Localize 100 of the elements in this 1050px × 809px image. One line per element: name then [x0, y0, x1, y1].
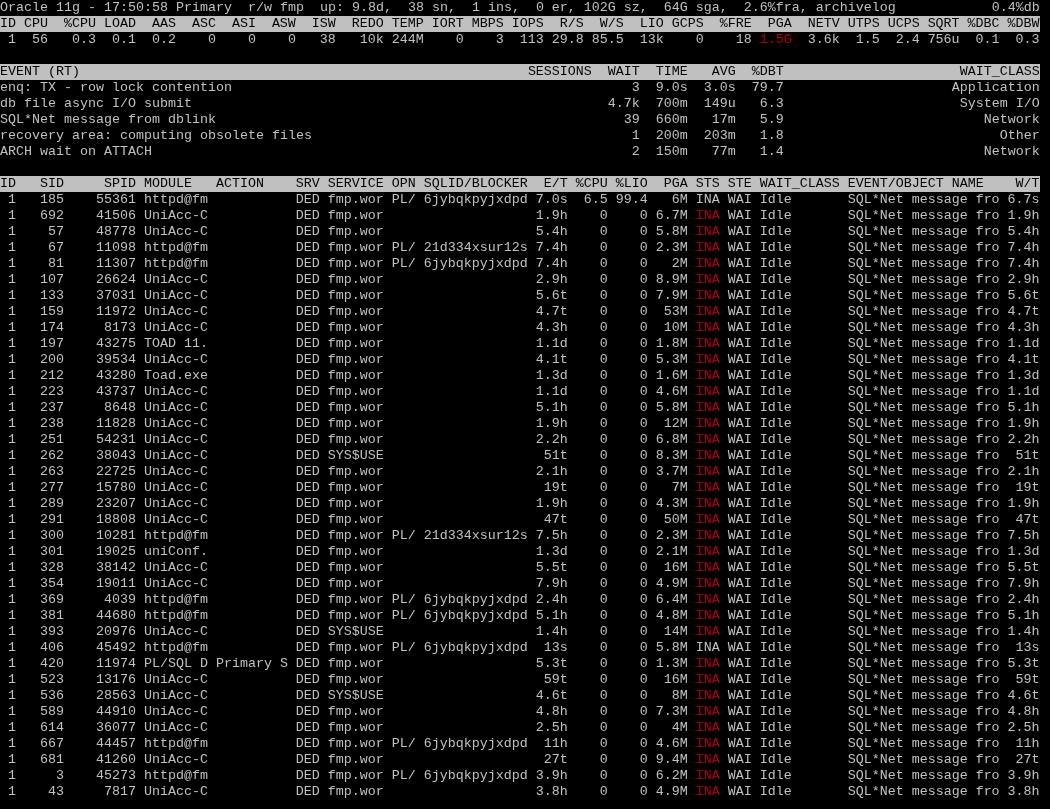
table-cell-text: 0	[598, 416, 608, 432]
table-cell-text: fmp.wor	[326, 400, 384, 416]
table-cell-text: PL/SQL D	[142, 656, 208, 672]
table-cell-text: 0	[598, 672, 608, 688]
table-cell-text: DED	[294, 304, 320, 320]
table-cell-text: Idle	[758, 432, 793, 448]
table-cell-text: httpd@fm	[142, 192, 208, 208]
table-cell-text: fmp.wor	[326, 464, 384, 480]
table-cell-text: fmp.wor	[326, 256, 384, 272]
table-cell-text: 1	[7, 480, 16, 496]
table-cell-text: WAI	[726, 320, 752, 336]
table-cell-text: WAI	[726, 656, 752, 672]
table-cell-text: 0	[598, 256, 608, 272]
table-cell-text: 8.3M	[654, 448, 688, 464]
table-cell-text: DED	[294, 272, 320, 288]
column-header: %CPU	[574, 176, 608, 192]
table-cell-text: 26624	[94, 272, 136, 288]
table-cell-text: DED	[294, 336, 320, 352]
table-cell-text: DED	[294, 400, 320, 416]
table-cell-text: Idle	[758, 560, 793, 576]
column-header: ASW	[270, 16, 296, 32]
table-cell-text: 107	[38, 272, 64, 288]
table-cell-text: 197	[38, 336, 64, 352]
table-cell-text: 2.4h	[1006, 592, 1040, 608]
table-cell-text: 1	[7, 336, 16, 352]
table-cell-text: 0	[598, 752, 608, 768]
table-cell-text: 1	[7, 464, 16, 480]
table-cell-text: SYS$USE	[326, 448, 384, 464]
table-cell-text: fmp.wor	[326, 704, 384, 720]
table-cell-text: 1	[7, 672, 16, 688]
table-cell-text: 0	[206, 32, 216, 48]
table-cell-text: 0	[638, 640, 648, 656]
table-cell-text: 38043	[94, 448, 136, 464]
table-cell-text: WAI	[726, 752, 752, 768]
table-cell-text: 1.9h	[534, 416, 568, 432]
table-cell-text: fmp.wor	[326, 608, 384, 624]
table-cell-text: 0.2	[150, 32, 176, 48]
table-cell-text: WAI	[726, 464, 752, 480]
table-cell-text: 536	[38, 688, 64, 704]
table-cell-text: SQL*Net message fro	[846, 640, 1000, 656]
table-cell-text: 0	[598, 448, 608, 464]
table-cell-text: 1	[7, 576, 16, 592]
table-cell-text: 8648	[102, 400, 136, 416]
table-cell-text: PL/	[390, 528, 416, 544]
table-cell-text: 1	[7, 432, 16, 448]
table-cell-text: 0	[598, 736, 608, 752]
table-cell-text: fmp.wor	[326, 272, 384, 288]
table-cell-text: SQL*Net message fro	[846, 432, 1000, 448]
table-cell-text: Idle	[758, 624, 793, 640]
table-cell-text: 13s	[542, 640, 568, 656]
column-header: ID	[0, 16, 16, 32]
status-cell-text: INA	[694, 224, 720, 240]
table-cell-text: Idle	[758, 368, 793, 384]
table-cell-text: 4.6t	[1006, 688, 1040, 704]
table-cell-text: 44680	[94, 608, 136, 624]
table-cell-text: SYS$USE	[326, 688, 384, 704]
table-cell-text: WAI	[726, 512, 752, 528]
status-cell-text: INA	[694, 496, 720, 512]
table-cell-text: fmp.wor	[326, 384, 384, 400]
status-cell-text: INA	[694, 288, 720, 304]
table-cell-text: 237	[38, 400, 64, 416]
table-cell-text: 8.9M	[654, 272, 688, 288]
table-cell-text: 16M	[662, 672, 688, 688]
status-cell-text: INA	[694, 528, 720, 544]
table-cell-text: SQL*Net message fro	[846, 720, 1000, 736]
table-cell-text: Idle	[758, 384, 793, 400]
table-cell-text: 0	[598, 688, 608, 704]
table-cell-text: 1	[7, 704, 16, 720]
table-cell-text: DED	[294, 784, 320, 800]
table-cell-text: uniConf.	[142, 544, 208, 560]
table-cell-text: UniAcc-C	[142, 432, 208, 448]
table-cell-text: 0	[638, 368, 648, 384]
table-cell-text: WAI	[726, 256, 752, 272]
table-cell-text: 756u	[926, 32, 960, 48]
table-cell-text: WAI	[726, 688, 752, 704]
table-cell-text: UniAcc-C	[142, 464, 208, 480]
table-cell-text: WAI	[726, 704, 752, 720]
table-cell-text: httpd@fm	[142, 768, 208, 784]
status-cell-text: INA	[694, 336, 720, 352]
table-cell-text: 0	[638, 576, 648, 592]
status-cell-text: INA	[694, 576, 720, 592]
table-cell-text: fmp.wor	[326, 320, 384, 336]
table-cell-text: 0	[638, 384, 648, 400]
table-cell-text: 5.4h	[1006, 224, 1040, 240]
table-cell-text: DED	[294, 688, 320, 704]
table-cell-text: 10M	[662, 320, 688, 336]
table-cell-text: 0	[598, 704, 608, 720]
table-cell-text: DED	[294, 432, 320, 448]
table-cell-text: 1.4h	[534, 624, 568, 640]
table-cell-text: 8173	[102, 320, 136, 336]
table-cell-text: Idle	[758, 480, 793, 496]
table-cell-text: 22725	[94, 464, 136, 480]
table-cell-text: 0	[598, 208, 608, 224]
column-header: W/T	[1014, 176, 1040, 192]
table-cell-text: 1	[7, 384, 16, 400]
table-cell-text: 11h	[542, 736, 568, 752]
table-cell-text: SQL*Net message fro	[846, 704, 1000, 720]
column-header: UCPS	[886, 16, 920, 32]
table-cell-text: fmp.wor	[326, 224, 384, 240]
table-cell-text: 0	[598, 784, 608, 800]
